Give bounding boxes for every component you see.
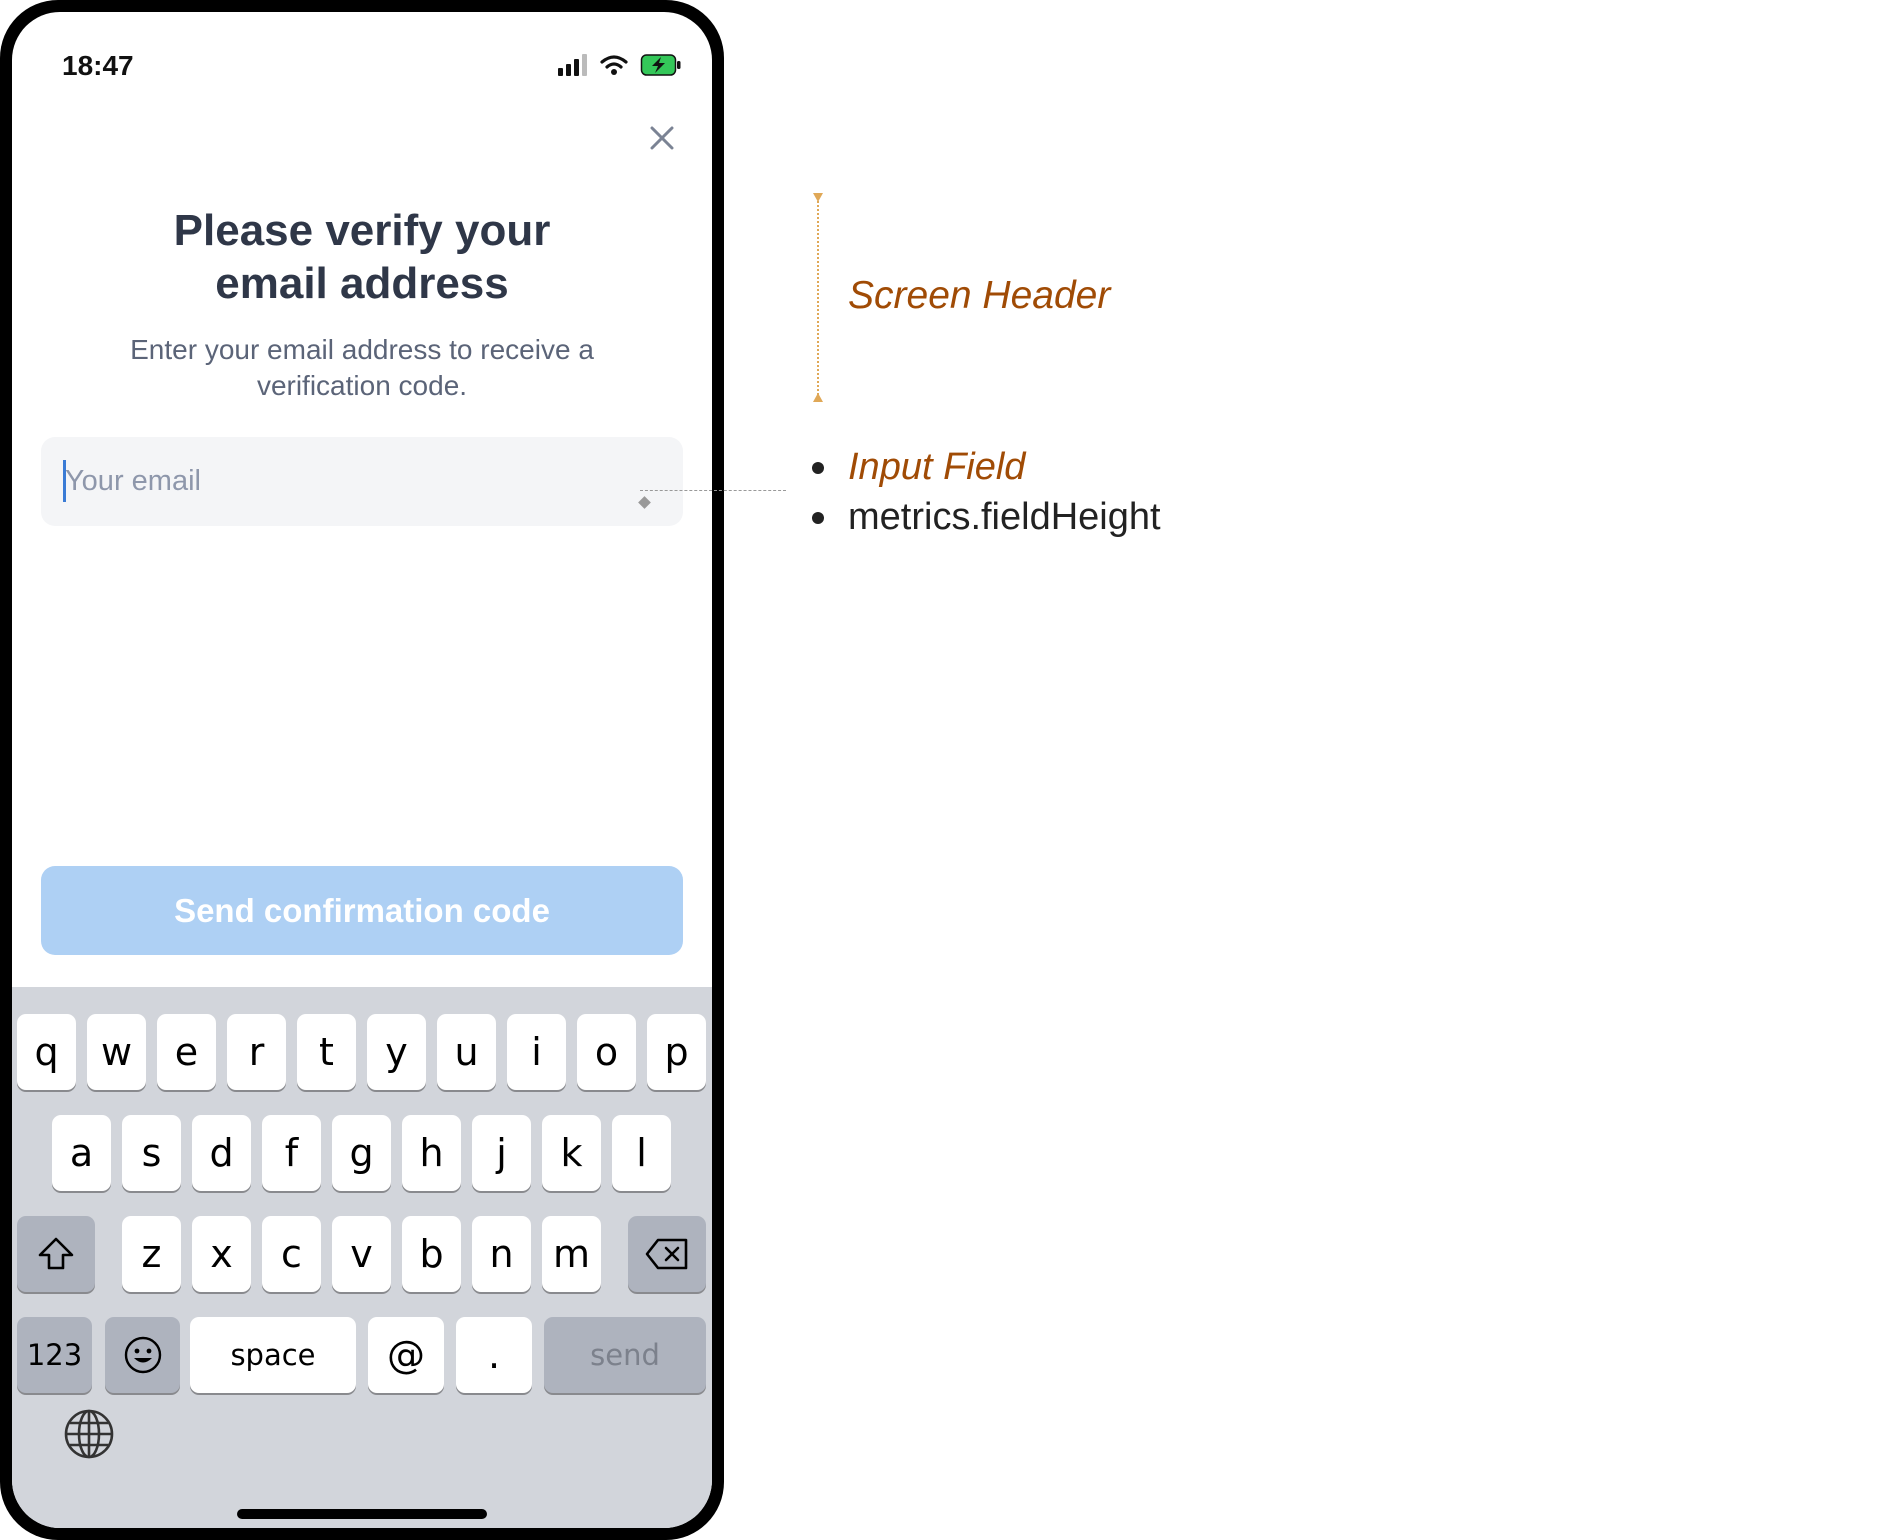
- key-x[interactable]: x: [192, 1216, 251, 1292]
- key-w[interactable]: w: [87, 1014, 146, 1090]
- numbers-key[interactable]: 123: [17, 1317, 92, 1393]
- screen-header-annotation: Screen Header: [848, 274, 1111, 317]
- phone-screen: 18:47 Please verify your email address E…: [12, 12, 712, 1528]
- page-subtitle-line-1: Enter your email address to receive a: [130, 334, 594, 365]
- key-c[interactable]: c: [262, 1216, 321, 1292]
- key-g[interactable]: g: [332, 1115, 391, 1191]
- page-title-line-1: Please verify your: [173, 206, 551, 255]
- wifi-icon: [600, 55, 628, 75]
- bracket-bottom-arrow: [813, 393, 823, 402]
- key-q[interactable]: q: [17, 1014, 76, 1090]
- home-indicator: [237, 1509, 487, 1519]
- key-f[interactable]: f: [262, 1115, 321, 1191]
- shift-key[interactable]: [17, 1216, 95, 1292]
- phone-frame: 18:47 Please verify your email address E…: [0, 0, 724, 1540]
- key-k[interactable]: k: [542, 1115, 601, 1191]
- page-subtitle-line-2: verification code.: [256, 370, 468, 401]
- backspace-icon: [645, 1238, 688, 1270]
- shift-icon: [38, 1237, 74, 1270]
- input-field-connector-line: [640, 490, 786, 491]
- status-icons: [558, 52, 682, 78]
- key-r[interactable]: r: [227, 1014, 286, 1090]
- key-e[interactable]: e: [157, 1014, 216, 1090]
- backspace-key[interactable]: [628, 1216, 706, 1292]
- key-z[interactable]: z: [122, 1216, 181, 1292]
- at-key[interactable]: @: [368, 1317, 444, 1393]
- key-i[interactable]: i: [507, 1014, 566, 1090]
- status-time: 18:47: [62, 50, 134, 81]
- key-o[interactable]: o: [577, 1014, 636, 1090]
- key-b[interactable]: b: [402, 1216, 461, 1292]
- input-field-annotation-list: Input Field metrics.fieldHeight: [812, 442, 1161, 542]
- key-s[interactable]: s: [122, 1115, 181, 1191]
- field-height-metric-annotation: metrics.fieldHeight: [812, 492, 1161, 542]
- text-caret: [63, 460, 66, 502]
- key-m[interactable]: m: [542, 1216, 601, 1292]
- emoji-icon: [124, 1336, 161, 1374]
- key-d[interactable]: d: [192, 1115, 251, 1191]
- key-y[interactable]: y: [367, 1014, 426, 1090]
- page-title-line-2: email address: [215, 259, 509, 308]
- key-a[interactable]: a: [52, 1115, 111, 1191]
- dot-key[interactable]: .: [456, 1317, 532, 1393]
- globe-icon[interactable]: [62, 1407, 116, 1461]
- key-n[interactable]: n: [472, 1216, 531, 1292]
- space-key[interactable]: space: [190, 1317, 356, 1393]
- page-subtitle: Enter your email address to receive a ve…: [12, 332, 712, 404]
- input-field-annotation: Input Field: [812, 442, 1161, 492]
- send-confirmation-code-button[interactable]: Send confirmation code: [41, 866, 683, 955]
- key-v[interactable]: v: [332, 1216, 391, 1292]
- page-title: Please verify your email address: [12, 204, 712, 310]
- screen-header-bracket: [817, 198, 819, 398]
- key-j[interactable]: j: [472, 1115, 531, 1191]
- key-l[interactable]: l: [612, 1115, 671, 1191]
- email-field[interactable]: [41, 437, 683, 526]
- battery-charging-icon: [640, 54, 681, 76]
- send-key[interactable]: send: [544, 1317, 706, 1393]
- key-h[interactable]: h: [402, 1115, 461, 1191]
- emoji-key[interactable]: [105, 1317, 180, 1393]
- key-u[interactable]: u: [437, 1014, 496, 1090]
- close-icon[interactable]: [642, 118, 682, 158]
- signal-icon: [558, 54, 587, 76]
- key-t[interactable]: t: [297, 1014, 356, 1090]
- key-p[interactable]: p: [647, 1014, 706, 1090]
